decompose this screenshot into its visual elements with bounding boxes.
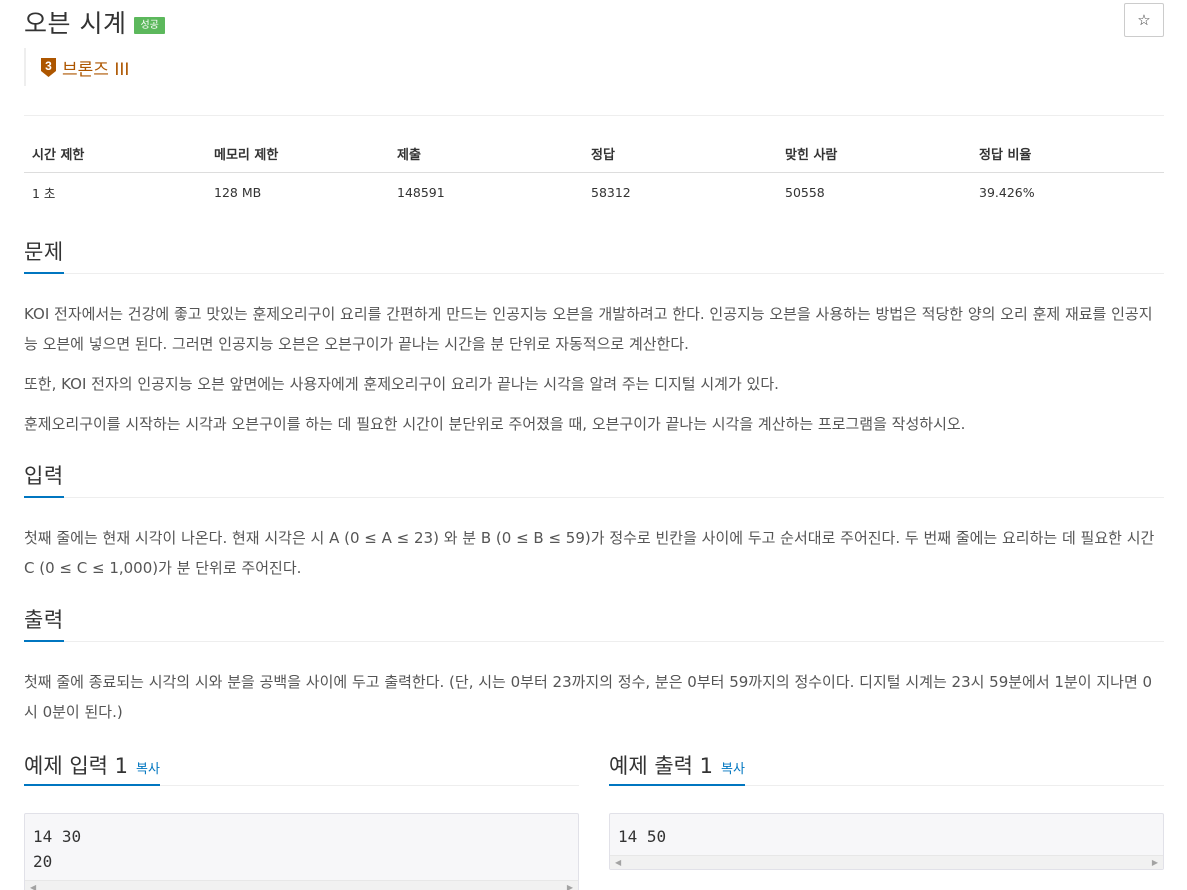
output-description: 첫째 줄에 종료되는 시각의 시와 분을 공백을 사이에 두고 출력한다. (단… [24,673,1153,721]
favorite-star-button[interactable]: ☆ [1124,3,1164,37]
header-memory-limit: 메모리 제한 [206,138,389,173]
value-accepted: 58312 [591,185,631,200]
divider [24,115,1164,116]
input-heading: 입력 [24,460,64,498]
sample-output-scrollbar[interactable]: ◀ ▶ [610,855,1163,869]
input-description: 첫째 줄에는 현재 시각이 나온다. 현재 시각은 시 A (0 ≤ A ≤ 2… [24,529,1155,577]
problem-heading: 문제 [24,236,64,274]
header-solved-users: 맞힌 사람 [777,138,971,173]
header-time-limit: 시간 제한 [24,138,206,173]
sample-output-title: 예제 출력 1 [609,754,713,778]
scroll-left-icon[interactable]: ◀ [615,858,621,867]
problem-section-header: 문제 [24,236,1164,274]
sample-output-box[interactable]: 14 50 ◀ ▶ [609,813,1164,870]
input-section-header: 입력 [24,460,1164,498]
value-accept-ratio: 39.426% [979,185,1035,200]
sample-output-heading: 예제 출력 1 복사 [609,750,745,786]
scroll-right-icon[interactable]: ▶ [1152,858,1158,867]
problem-description-2: 또한, KOI 전자의 인공지능 오븐 앞면에는 사용자에게 훈제오리구이 요리… [24,375,779,393]
status-badge: 성공 [134,16,165,34]
problem-description-1: KOI 전자에서는 건강에 좋고 맛있는 훈제오리구이 요리를 간편하게 만드는… [24,305,1153,353]
value-submissions[interactable]: 148591 [389,173,583,211]
table-header-row: 시간 제한 메모리 제한 제출 정답 맞힌 사람 정답 비율 [24,138,1164,173]
value-memory-limit: 128 MB [214,185,262,200]
sample-input-scrollbar[interactable]: ◀ ▶ [25,880,578,890]
sample-input-box[interactable]: 14 30 20 ◀ ▶ [24,813,579,890]
output-section-header: 출력 [24,604,1164,642]
sample-output-header: 예제 출력 1 복사 [609,750,1164,786]
problem-title-row: 오븐 시계 성공 [24,4,165,40]
star-icon: ☆ [1137,11,1151,29]
problem-title: 오븐 시계 [24,9,127,38]
tier-number: 3 [45,59,52,73]
sample-input-content: 14 30 20 [33,827,82,871]
table-row: 1 초 128 MB 148591 58312 50558 39.426% [24,173,1164,211]
value-time-limit: 1 초 [32,186,56,201]
value-solved-users: 50558 [785,185,825,200]
header-submissions: 제출 [389,138,583,173]
header-accepted: 정답 [583,138,777,173]
problem-description-3: 훈제오리구이를 시작하는 시각과 오븐구이를 하는 데 필요한 시간이 분단위로… [24,415,966,433]
sample-input-title: 예제 입력 1 [24,754,128,778]
tier-link[interactable]: 브론즈 III [62,55,129,80]
copy-sample-output-button[interactable]: 복사 [721,762,745,777]
scroll-left-icon[interactable]: ◀ [30,883,36,890]
problem-info-table: 시간 제한 메모리 제한 제출 정답 맞힌 사람 정답 비율 1 초 128 M… [24,138,1164,210]
tier-box: 3 브론즈 III [24,48,129,86]
sample-input-heading: 예제 입력 1 복사 [24,750,160,786]
scroll-right-icon[interactable]: ▶ [567,883,573,890]
output-heading: 출력 [24,604,64,642]
sample-input-header: 예제 입력 1 복사 [24,750,579,786]
bronze-tier-icon: 3 [41,57,56,77]
copy-sample-input-button[interactable]: 복사 [136,762,160,777]
header-accept-ratio: 정답 비율 [971,138,1164,173]
sample-output-content: 14 50 [618,827,667,846]
